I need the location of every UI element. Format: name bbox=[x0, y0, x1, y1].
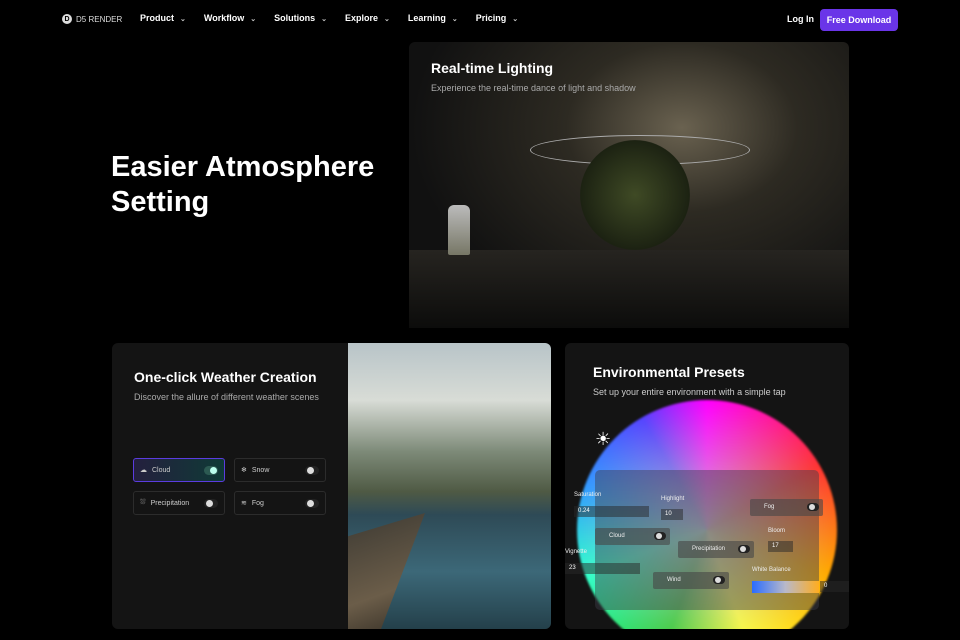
weather-option-precipitation[interactable]: ⛆ Precipitation bbox=[133, 491, 225, 515]
saturation-field[interactable]: 0.24 bbox=[574, 506, 649, 517]
vignette-field[interactable]: 23 bbox=[565, 563, 640, 574]
bloom-field[interactable]: 17 bbox=[768, 541, 793, 552]
nav-product[interactable]: Product ⌄ bbox=[140, 13, 186, 23]
chevron-down-icon: ⌄ bbox=[250, 16, 257, 23]
white-balance-label: White Balance bbox=[752, 567, 791, 573]
nav-learning[interactable]: Learning ⌄ bbox=[408, 13, 458, 23]
main-menu: Product ⌄ Workflow ⌄ Solutions ⌄ Explore ⌄ L… bbox=[140, 13, 536, 23]
preset-precipitation-toggle[interactable]: Precipitation bbox=[678, 541, 754, 558]
weather-option-cloud[interactable]: ☁ Cloud bbox=[133, 458, 225, 482]
toggle[interactable] bbox=[204, 466, 218, 475]
cloud-icon: ☁ bbox=[140, 467, 147, 474]
statue-image bbox=[448, 205, 470, 255]
preset-wind-toggle[interactable]: Wind bbox=[653, 572, 729, 589]
saturation-label: Saturation bbox=[574, 492, 602, 498]
nav-pricing[interactable]: Pricing ⌄ bbox=[476, 13, 518, 23]
highlight-label: Highlight bbox=[661, 496, 685, 502]
chevron-down-icon: ⌄ bbox=[384, 16, 390, 23]
white-balance-field[interactable]: 0 bbox=[820, 581, 849, 592]
sun-icon[interactable]: ☀ bbox=[595, 429, 611, 450]
white-balance-slider[interactable] bbox=[752, 581, 819, 593]
snowflake-icon: ❄ bbox=[241, 467, 247, 474]
chevron-down-icon: ⌄ bbox=[321, 16, 327, 23]
chevron-down-icon: ⌄ bbox=[451, 16, 458, 23]
weather-subtitle: Discover the allure of different weather… bbox=[134, 392, 319, 402]
preset-fog-toggle[interactable]: Fog bbox=[750, 499, 823, 516]
d5-logo-icon: D bbox=[62, 14, 72, 24]
rain-icon: ⛆ bbox=[140, 499, 146, 506]
login-link[interactable]: Log In bbox=[787, 14, 814, 24]
lighting-title: Real-time Lighting bbox=[431, 60, 554, 76]
presets-card: ☀ Environmental Presets Set up your enti… bbox=[565, 343, 849, 629]
presets-subtitle: Set up your entire environment with a si… bbox=[593, 387, 786, 397]
tree-image bbox=[580, 140, 690, 250]
weather-option-snow[interactable]: ❄ Snow bbox=[234, 458, 326, 482]
bloom-label: Bloom bbox=[768, 528, 786, 534]
scene-floor bbox=[409, 250, 849, 328]
fog-icon: ≋ bbox=[241, 500, 247, 507]
nav-solutions[interactable]: Solutions ⌄ bbox=[274, 13, 327, 23]
toggle[interactable] bbox=[305, 499, 319, 508]
lighting-subtitle: Experience the real-time dance of light … bbox=[431, 83, 636, 93]
chevron-down-icon: ⌄ bbox=[180, 16, 186, 23]
vignette-label: Vignette bbox=[565, 549, 587, 555]
weather-title: One-click Weather Creation bbox=[134, 369, 317, 385]
free-download-button[interactable]: Free Download bbox=[820, 9, 898, 31]
weather-card: One-click Weather Creation Discover the … bbox=[112, 343, 551, 629]
weather-option-fog[interactable]: ≋ Fog bbox=[234, 491, 326, 515]
top-nav: D D5 RENDER Product ⌄ Workflow ⌄ Solutions ⌄… bbox=[0, 0, 960, 40]
preset-cloud-toggle[interactable]: Cloud bbox=[595, 528, 670, 545]
toggle[interactable] bbox=[204, 499, 218, 508]
nav-workflow[interactable]: Workflow ⌄ bbox=[204, 13, 256, 23]
chevron-down-icon: ⌄ bbox=[512, 16, 519, 23]
hero-title: Easier Atmosphere Setting bbox=[111, 151, 375, 218]
nav-explore[interactable]: Explore ⌄ bbox=[345, 13, 390, 23]
presets-title: Environmental Presets bbox=[593, 364, 745, 380]
toggle[interactable] bbox=[305, 466, 319, 475]
highlight-field[interactable]: 10 bbox=[661, 509, 683, 520]
logo[interactable]: D D5 RENDER bbox=[62, 14, 122, 24]
